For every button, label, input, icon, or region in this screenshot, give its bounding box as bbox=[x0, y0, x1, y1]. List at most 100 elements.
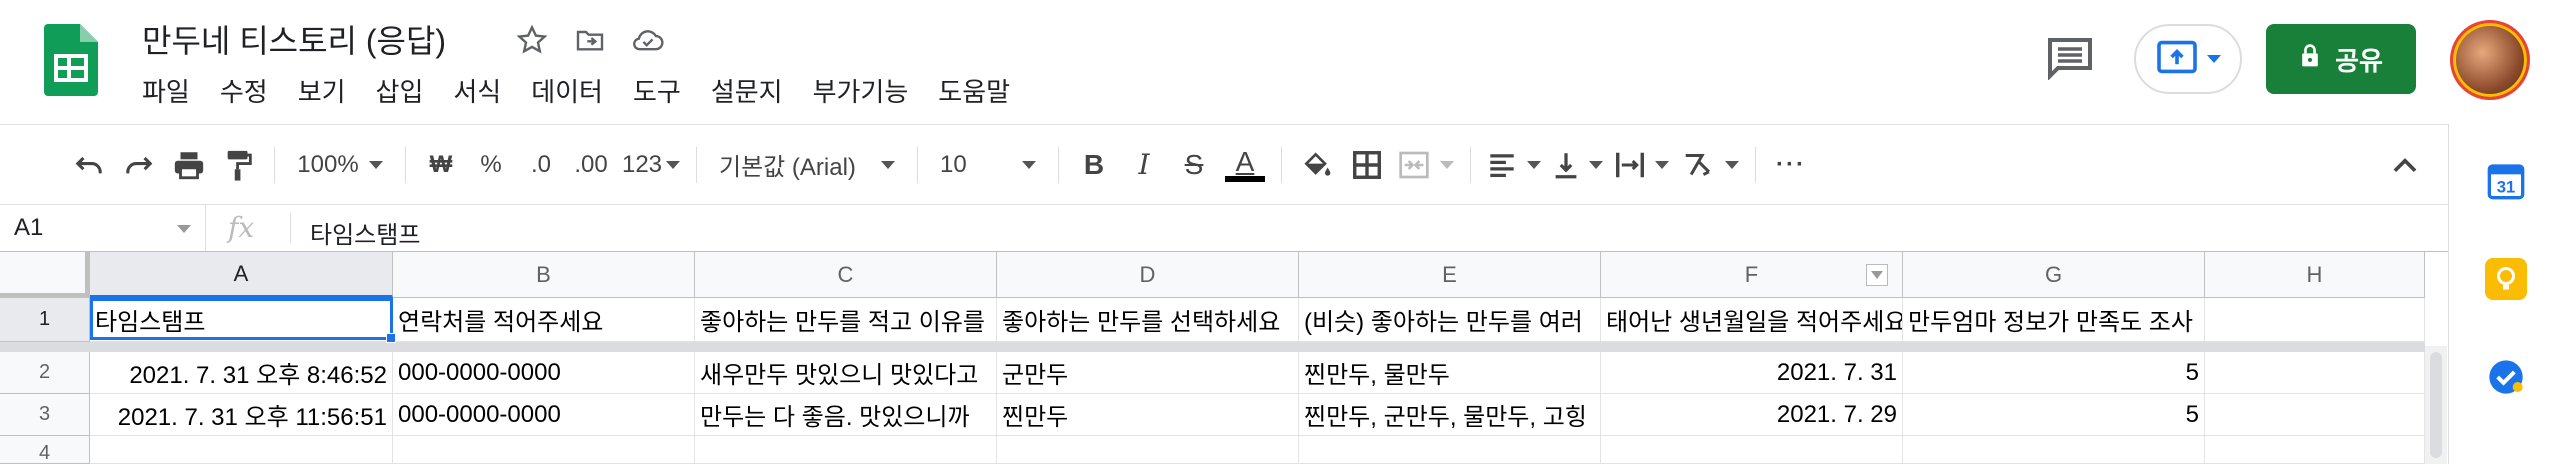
more-options-button[interactable]: ··· bbox=[1766, 140, 1816, 190]
column-header-h[interactable]: H bbox=[2205, 252, 2425, 298]
avatar[interactable] bbox=[2450, 20, 2530, 100]
cell-g1[interactable]: 만두엄마 정보가 만족도 조사 bbox=[1903, 298, 2205, 342]
cell-d3[interactable]: 찐만두 bbox=[997, 394, 1299, 436]
currency-format-button[interactable]: ₩ bbox=[416, 140, 466, 190]
text-color-button[interactable]: A bbox=[1219, 140, 1271, 190]
column-header-c[interactable]: C bbox=[695, 252, 997, 298]
comment-history-icon[interactable] bbox=[2044, 36, 2096, 81]
menu-edit[interactable]: 수정 bbox=[220, 72, 268, 109]
collapse-toolbar-icon[interactable] bbox=[2380, 140, 2430, 190]
font-family-select[interactable]: 기본값 (Arial) bbox=[707, 140, 907, 190]
number-format-select[interactable]: 123 bbox=[616, 140, 686, 190]
vertical-scrollbar[interactable] bbox=[2425, 346, 2447, 464]
row-header-4[interactable]: 4 bbox=[0, 436, 90, 464]
cell-a3[interactable]: 2021. 7. 31 오후 11:56:51 bbox=[90, 394, 393, 436]
menu-file[interactable]: 파일 bbox=[142, 72, 190, 109]
cell-b3[interactable]: 000-0000-0000 bbox=[393, 394, 695, 436]
cell-c4[interactable] bbox=[695, 436, 997, 464]
undo-icon[interactable] bbox=[64, 140, 114, 190]
cell-d4[interactable] bbox=[997, 436, 1299, 464]
cell-f1[interactable]: 태어난 생년월일을 적어주세요 bbox=[1601, 298, 1903, 342]
filter-icon[interactable] bbox=[1866, 264, 1888, 286]
cell-h1[interactable] bbox=[2205, 298, 2425, 342]
cell-a2[interactable]: 2021. 7. 31 오후 8:46:52 bbox=[90, 352, 393, 394]
cell-e3[interactable]: 찐만두, 군만두, 물만두, 고힝 bbox=[1299, 394, 1601, 436]
fill-color-icon[interactable] bbox=[1292, 140, 1342, 190]
name-box[interactable]: A1 bbox=[0, 205, 206, 251]
cell-c2[interactable]: 새우만두 맛있으니 맛있다고 bbox=[695, 352, 997, 394]
cell-f4[interactable] bbox=[1601, 436, 1903, 464]
tasks-icon[interactable] bbox=[2485, 356, 2527, 398]
italic-button[interactable]: I bbox=[1119, 140, 1169, 190]
menu-data[interactable]: 데이터 bbox=[531, 72, 603, 109]
fill-handle[interactable] bbox=[386, 333, 396, 343]
menu-addons[interactable]: 부가기능 bbox=[813, 72, 909, 109]
cell-h2[interactable] bbox=[2205, 352, 2425, 394]
menu-format[interactable]: 서식 bbox=[453, 72, 501, 109]
text-wrapping-icon[interactable] bbox=[1609, 140, 1675, 190]
cell-b2[interactable]: 000-0000-0000 bbox=[393, 352, 695, 394]
row-header-1[interactable]: 1 bbox=[0, 298, 90, 342]
paint-format-icon[interactable] bbox=[214, 140, 264, 190]
print-icon[interactable] bbox=[164, 140, 214, 190]
column-header-f[interactable]: F bbox=[1601, 252, 1903, 298]
scrollbar-thumb[interactable] bbox=[2430, 352, 2442, 458]
text-rotation-icon[interactable] bbox=[1675, 140, 1745, 190]
present-button[interactable] bbox=[2134, 24, 2242, 94]
cell-e1[interactable]: (비슷) 좋아하는 만두를 여러 bbox=[1299, 298, 1601, 342]
bold-button[interactable]: B bbox=[1069, 140, 1119, 190]
cell-g4[interactable] bbox=[1903, 436, 2205, 464]
column-header-g[interactable]: G bbox=[1903, 252, 2205, 298]
cell-g2[interactable]: 5 bbox=[1903, 352, 2205, 394]
borders-icon[interactable] bbox=[1342, 140, 1392, 190]
cell-c3[interactable]: 만두는 다 좋음. 맛있으니까 bbox=[695, 394, 997, 436]
calendar-icon[interactable]: 31 bbox=[2485, 160, 2527, 202]
select-all-corner[interactable] bbox=[0, 252, 90, 298]
vertical-align-icon[interactable] bbox=[1547, 140, 1609, 190]
cell-b1[interactable]: 연락처를 적어주세요 bbox=[393, 298, 695, 342]
keep-notes-icon[interactable] bbox=[2485, 258, 2527, 300]
column-header-d[interactable]: D bbox=[997, 252, 1299, 298]
zoom-select[interactable]: 100% bbox=[285, 140, 395, 190]
cell-h3[interactable] bbox=[2205, 394, 2425, 436]
redo-icon[interactable] bbox=[114, 140, 164, 190]
increase-decimal-button[interactable]: .00 bbox=[566, 140, 616, 190]
cell-h4[interactable] bbox=[2205, 436, 2425, 464]
column-header-b[interactable]: B bbox=[393, 252, 695, 298]
document-title[interactable]: 만두네 티스토리 (응답) bbox=[142, 16, 446, 62]
menu-form[interactable]: 설문지 bbox=[711, 72, 783, 109]
percent-format-button[interactable]: % bbox=[466, 140, 516, 190]
cell-d2[interactable]: 군만두 bbox=[997, 352, 1299, 394]
move-folder-icon[interactable] bbox=[570, 20, 610, 60]
cloud-saved-icon[interactable] bbox=[628, 20, 668, 60]
row-header-3[interactable]: 3 bbox=[0, 394, 90, 436]
cell-d1[interactable]: 좋아하는 만두를 선택하세요 bbox=[997, 298, 1299, 342]
sheets-logo-icon[interactable] bbox=[44, 24, 98, 96]
cell-g3[interactable]: 5 bbox=[1903, 394, 2205, 436]
column-header-a[interactable]: A bbox=[90, 252, 393, 298]
menu-tools[interactable]: 도구 bbox=[633, 72, 681, 109]
row-header-2[interactable]: 2 bbox=[0, 352, 90, 394]
cell-b4[interactable] bbox=[393, 436, 695, 464]
frozen-row-divider[interactable] bbox=[0, 342, 2425, 352]
cell-a4[interactable] bbox=[90, 436, 393, 464]
cell-e4[interactable] bbox=[1299, 436, 1601, 464]
toolbar-divider bbox=[917, 146, 918, 183]
menu-help[interactable]: 도움말 bbox=[938, 72, 1010, 109]
cell-c1[interactable]: 좋아하는 만두를 적고 이유를 bbox=[695, 298, 997, 342]
formula-input[interactable]: 타임스탬프 bbox=[310, 215, 420, 250]
font-size-select[interactable]: 10 bbox=[928, 140, 1048, 190]
horizontal-align-icon[interactable] bbox=[1481, 140, 1547, 190]
cell-f3[interactable]: 2021. 7. 29 bbox=[1601, 394, 1903, 436]
menu-view[interactable]: 보기 bbox=[298, 72, 346, 109]
cell-e2[interactable]: 찐만두, 물만두 bbox=[1299, 352, 1601, 394]
decrease-decimal-button[interactable]: .0 bbox=[516, 140, 566, 190]
menu-bar: 파일 수정 보기 삽입 서식 데이터 도구 설문지 부가기능 도움말 bbox=[142, 72, 1010, 109]
strikethrough-button[interactable]: S bbox=[1169, 140, 1219, 190]
menu-insert[interactable]: 삽입 bbox=[376, 72, 424, 109]
share-button[interactable]: 공유 bbox=[2266, 24, 2416, 94]
star-icon[interactable] bbox=[512, 20, 552, 60]
column-header-e[interactable]: E bbox=[1299, 252, 1601, 298]
merge-cells-icon[interactable] bbox=[1392, 140, 1460, 190]
cell-f2[interactable]: 2021. 7. 31 bbox=[1601, 352, 1903, 394]
